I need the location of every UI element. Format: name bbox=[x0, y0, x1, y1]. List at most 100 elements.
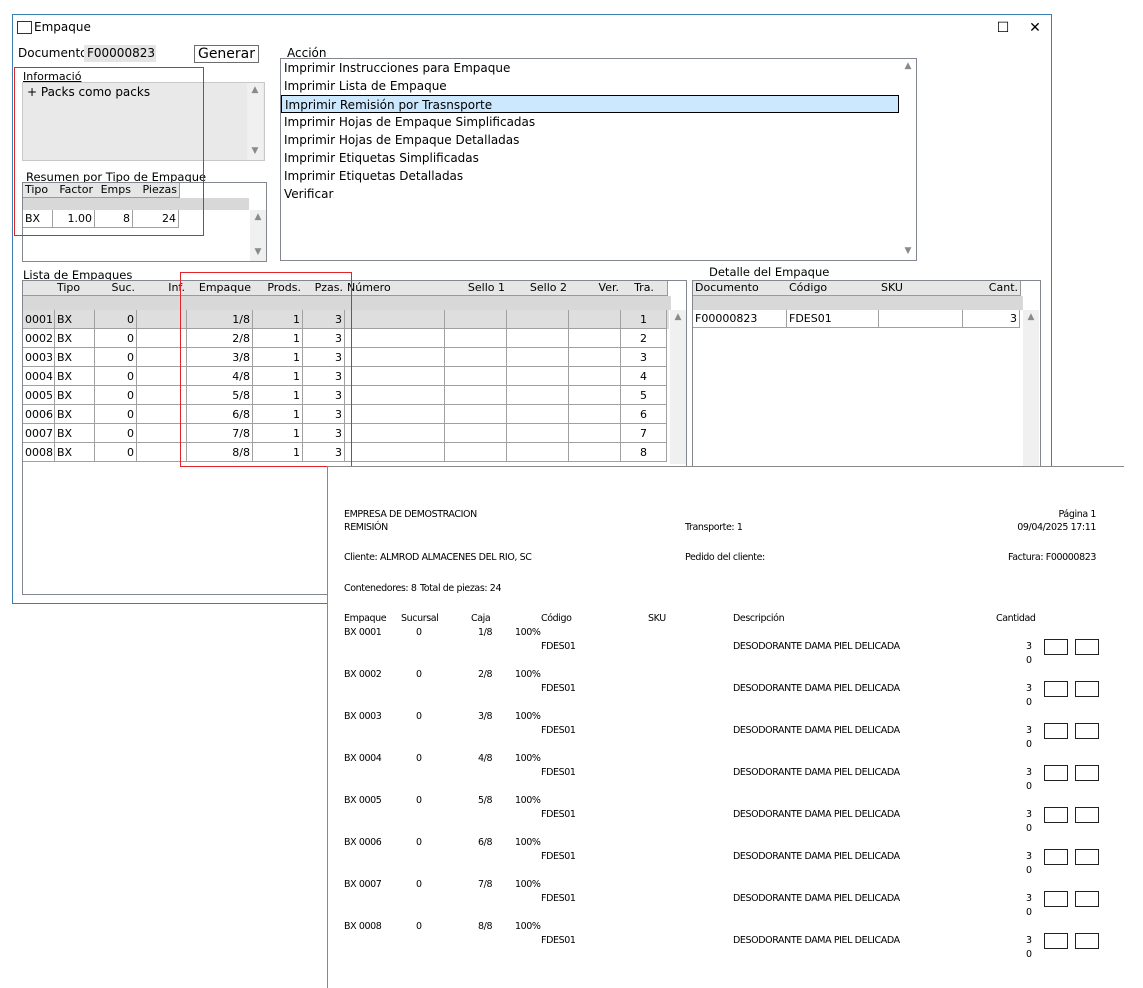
lista-cell-ver[interactable] bbox=[569, 329, 621, 348]
lista-cell-tra[interactable]: 1 bbox=[621, 310, 667, 329]
lista-cell-sello1[interactable] bbox=[445, 367, 507, 386]
lista-cell-sello2[interactable] bbox=[507, 386, 569, 405]
lista-cell-numero[interactable] bbox=[345, 310, 445, 329]
detalle-cell-documento[interactable]: F00000823 bbox=[693, 310, 787, 328]
lista-cell-tra[interactable]: 6 bbox=[621, 405, 667, 424]
scroll-up-icon[interactable]: ▲ bbox=[250, 210, 266, 224]
lista-cell-row-num[interactable]: 0006 bbox=[23, 405, 55, 424]
scroll-up-icon[interactable]: ▲ bbox=[900, 59, 916, 73]
lista-cell-numero[interactable] bbox=[345, 348, 445, 367]
lista-cell-row-num[interactable]: 0005 bbox=[23, 386, 55, 405]
check-box[interactable] bbox=[1075, 891, 1099, 907]
scroll-down-icon[interactable]: ▼ bbox=[900, 244, 916, 258]
lista-cell-numero[interactable] bbox=[345, 405, 445, 424]
check-box[interactable] bbox=[1075, 723, 1099, 739]
lista-cell-suc[interactable]: 0 bbox=[95, 367, 137, 386]
lista-cell-tipo[interactable]: BX bbox=[55, 424, 95, 443]
accion-item[interactable]: Imprimir Instrucciones para Empaque bbox=[281, 59, 899, 77]
lista-cell-numero[interactable] bbox=[345, 329, 445, 348]
generar-button[interactable]: Generar bbox=[194, 45, 259, 63]
lista-cell-tipo[interactable]: BX bbox=[55, 443, 95, 462]
lista-cell-ver[interactable] bbox=[569, 405, 621, 424]
lista-cell-suc[interactable]: 0 bbox=[95, 348, 137, 367]
check-box[interactable] bbox=[1044, 891, 1068, 907]
lista-cell-suc[interactable]: 0 bbox=[95, 424, 137, 443]
lista-cell-row-num[interactable]: 0008 bbox=[23, 443, 55, 462]
lista-cell-row-num[interactable]: 0002 bbox=[23, 329, 55, 348]
lista-cell-row-num[interactable]: 0004 bbox=[23, 367, 55, 386]
lista-cell-tra[interactable]: 4 bbox=[621, 367, 667, 386]
scroll-down-icon[interactable]: ▼ bbox=[247, 144, 263, 158]
lista-cell-ver[interactable] bbox=[569, 386, 621, 405]
detalle-cell-codigo[interactable]: FDES01 bbox=[787, 310, 879, 328]
lista-cell-tra[interactable]: 8 bbox=[621, 443, 667, 462]
detalle-scrollbar[interactable]: ▲ bbox=[1023, 310, 1039, 467]
lista-cell-tra[interactable]: 7 bbox=[621, 424, 667, 443]
lista-cell-numero[interactable] bbox=[345, 367, 445, 386]
lista-cell-sello2[interactable] bbox=[507, 348, 569, 367]
lista-cell-sello1[interactable] bbox=[445, 424, 507, 443]
lista-cell-sello2[interactable] bbox=[507, 405, 569, 424]
scroll-up-icon[interactable]: ▲ bbox=[670, 310, 686, 324]
accion-scrollbar[interactable]: ▲ ▼ bbox=[900, 59, 916, 260]
check-box[interactable] bbox=[1044, 639, 1068, 655]
lista-cell-sello1[interactable] bbox=[445, 386, 507, 405]
lista-cell-tipo[interactable]: BX bbox=[55, 348, 95, 367]
lista-cell-tipo[interactable]: BX bbox=[55, 329, 95, 348]
lista-cell-ver[interactable] bbox=[569, 424, 621, 443]
lista-cell-ver[interactable] bbox=[569, 367, 621, 386]
lista-cell-suc[interactable]: 0 bbox=[95, 386, 137, 405]
lista-cell-sello1[interactable] bbox=[445, 405, 507, 424]
accion-item[interactable]: Verificar bbox=[281, 185, 899, 203]
check-box[interactable] bbox=[1075, 639, 1099, 655]
lista-cell-sello1[interactable] bbox=[445, 443, 507, 462]
lista-cell-tipo[interactable]: BX bbox=[55, 386, 95, 405]
documento-field[interactable]: F00000823 bbox=[84, 45, 156, 62]
lista-cell-suc[interactable]: 0 bbox=[95, 329, 137, 348]
lista-cell-tra[interactable]: 3 bbox=[621, 348, 667, 367]
lista-cell-sello2[interactable] bbox=[507, 329, 569, 348]
lista-cell-suc[interactable]: 0 bbox=[95, 310, 137, 329]
lista-cell-sello1[interactable] bbox=[445, 310, 507, 329]
accion-item-selected[interactable]: Imprimir Remisión por Trasnsporte bbox=[281, 95, 899, 113]
accion-item[interactable]: Imprimir Lista de Empaque bbox=[281, 77, 899, 95]
resumen-scrollbar[interactable]: ▲ ▼ bbox=[250, 210, 266, 261]
lista-cell-numero[interactable] bbox=[345, 386, 445, 405]
accion-item[interactable]: Imprimir Hojas de Empaque Simplificadas bbox=[281, 113, 899, 131]
check-box[interactable] bbox=[1075, 807, 1099, 823]
accion-item[interactable]: Imprimir Hojas de Empaque Detalladas bbox=[281, 131, 899, 149]
detalle-cell-sku[interactable] bbox=[879, 310, 963, 328]
accion-item[interactable]: Imprimir Etiquetas Detalladas bbox=[281, 167, 899, 185]
lista-cell-row-num[interactable]: 0001 bbox=[23, 310, 55, 329]
lista-cell-suc[interactable]: 0 bbox=[95, 443, 137, 462]
check-box[interactable] bbox=[1075, 849, 1099, 865]
check-box[interactable] bbox=[1044, 681, 1068, 697]
lista-cell-sello2[interactable] bbox=[507, 424, 569, 443]
lista-cell-ver[interactable] bbox=[569, 310, 621, 329]
lista-cell-sello1[interactable] bbox=[445, 329, 507, 348]
check-box[interactable] bbox=[1044, 723, 1068, 739]
lista-cell-sello2[interactable] bbox=[507, 367, 569, 386]
lista-cell-tra[interactable]: 5 bbox=[621, 386, 667, 405]
lista-cell-sello2[interactable] bbox=[507, 443, 569, 462]
lista-cell-row-num[interactable]: 0003 bbox=[23, 348, 55, 367]
detalle-cell-cant[interactable]: 3 bbox=[963, 310, 1020, 328]
lista-cell-tra[interactable]: 2 bbox=[621, 329, 667, 348]
lista-cell-ver[interactable] bbox=[569, 348, 621, 367]
lista-scrollbar[interactable]: ▲ bbox=[670, 310, 686, 464]
check-box[interactable] bbox=[1044, 933, 1068, 949]
lista-cell-numero[interactable] bbox=[345, 443, 445, 462]
lista-cell-sello1[interactable] bbox=[445, 348, 507, 367]
lista-cell-row-num[interactable]: 0007 bbox=[23, 424, 55, 443]
lista-cell-numero[interactable] bbox=[345, 424, 445, 443]
scroll-up-icon[interactable]: ▲ bbox=[1023, 310, 1039, 324]
check-box[interactable] bbox=[1075, 933, 1099, 949]
maximize-button[interactable]: ☐ bbox=[993, 18, 1013, 38]
lista-cell-ver[interactable] bbox=[569, 443, 621, 462]
accion-item[interactable]: Imprimir Etiquetas Simplificadas bbox=[281, 149, 899, 167]
check-box[interactable] bbox=[1075, 681, 1099, 697]
lista-cell-sello2[interactable] bbox=[507, 310, 569, 329]
close-button[interactable]: ✕ bbox=[1025, 18, 1045, 38]
lista-cell-tipo[interactable]: BX bbox=[55, 405, 95, 424]
info-scrollbar[interactable]: ▲ ▼ bbox=[247, 83, 263, 160]
